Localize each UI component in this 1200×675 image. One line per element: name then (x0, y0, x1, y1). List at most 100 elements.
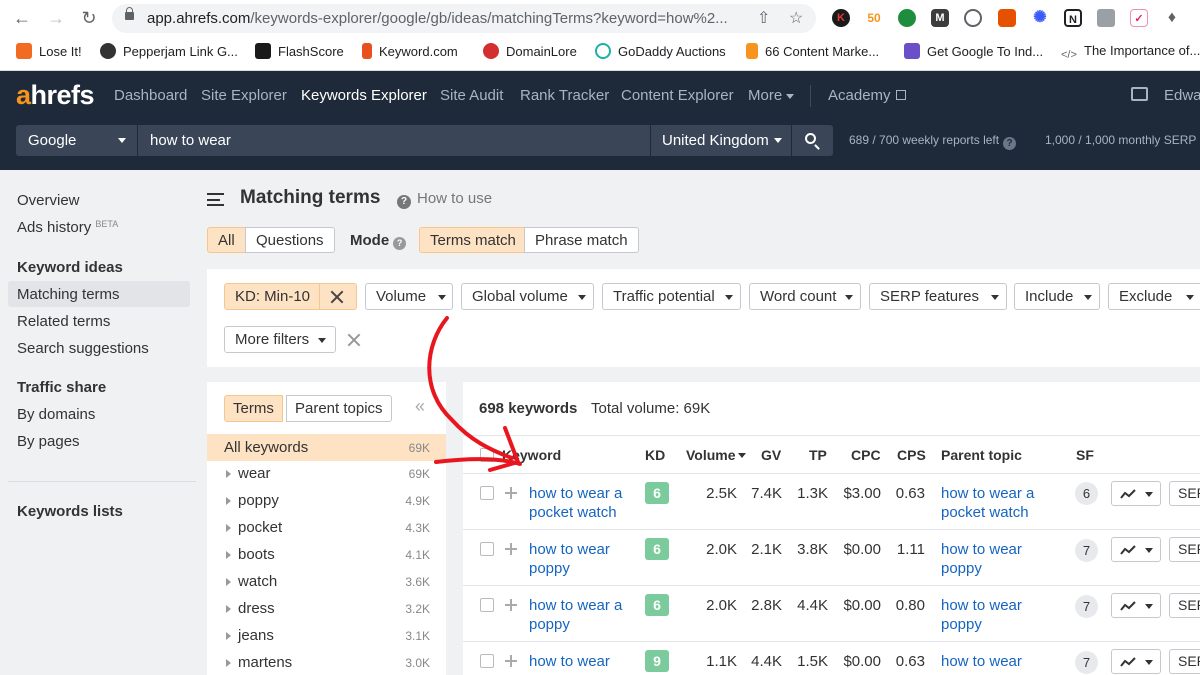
extension-camera-icon[interactable] (1097, 9, 1115, 27)
user-name[interactable]: Edwa (1164, 87, 1200, 104)
bookmark-flashscore[interactable]: FlashScore (255, 43, 344, 61)
expand-arrow-icon[interactable] (226, 605, 231, 613)
kd-filter-chip[interactable]: KD: Min-10 (224, 283, 357, 310)
expand-arrow-icon[interactable] (226, 632, 231, 640)
nav-content-explorer[interactable]: Content Explorer (621, 87, 734, 104)
col-gv[interactable]: GV (761, 447, 781, 463)
mode-terms-match[interactable]: Terms match (419, 227, 527, 253)
parent-topic-link[interactable]: how to wear a pocket watch (941, 484, 1061, 522)
bookmark-get-google[interactable]: Get Google To Ind... (904, 43, 1043, 61)
term-row[interactable]: boots 4.1K (207, 542, 446, 569)
nav-dashboard[interactable]: Dashboard (114, 87, 187, 104)
parent-topic-link[interactable]: how to wear poppy (941, 596, 1031, 634)
sidebar-item-by-domains[interactable]: By domains (17, 406, 95, 423)
extension-k-icon[interactable]: K (832, 9, 850, 27)
extension-m-icon[interactable]: M (931, 9, 949, 27)
keyword-link[interactable]: how to wear (529, 652, 639, 671)
term-row[interactable]: martens 3.0K (207, 650, 446, 675)
bookmark-godaddy[interactable]: GoDaddy Auctions (595, 43, 726, 61)
term-row[interactable]: jeans 3.1K (207, 623, 446, 650)
col-volume[interactable]: Volume (686, 447, 746, 463)
sf-badge[interactable]: 6 (1075, 482, 1098, 505)
country-select[interactable]: United Kingdom (651, 125, 791, 156)
tab-terms[interactable]: Terms (224, 395, 283, 422)
sidebar-item-related-terms[interactable]: Related terms (17, 313, 110, 330)
trend-button[interactable] (1111, 649, 1161, 674)
share-icon[interactable]: ⇧ (757, 8, 770, 28)
back-icon[interactable]: ← (12, 8, 32, 28)
expand-arrow-icon[interactable] (226, 659, 231, 667)
nav-academy[interactable]: Academy (828, 87, 906, 104)
row-checkbox[interactable] (480, 486, 494, 500)
bookmark-lose-it[interactable]: Lose It! (16, 43, 82, 61)
tab-questions[interactable]: Questions (245, 227, 335, 253)
trend-button[interactable] (1111, 481, 1161, 506)
col-parent-topic[interactable]: Parent topic (941, 447, 1022, 463)
mode-phrase-match[interactable]: Phrase match (524, 227, 639, 253)
tab-all[interactable]: All (207, 227, 246, 253)
traffic-potential-filter[interactable]: Traffic potential (602, 283, 741, 310)
bookmark-star-icon[interactable]: ☆ (789, 8, 803, 28)
url-text[interactable]: app.ahrefs.com/keywords-explorer/google/… (147, 10, 747, 27)
forward-icon[interactable]: → (46, 8, 66, 28)
keyword-input[interactable] (138, 125, 650, 156)
collapse-panel-icon[interactable]: « (415, 396, 425, 417)
monitor-icon[interactable] (1131, 87, 1148, 101)
col-kd[interactable]: KD (645, 447, 665, 463)
nav-site-explorer[interactable]: Site Explorer (201, 87, 287, 104)
term-row[interactable]: dress 3.2K (207, 596, 446, 623)
bookmark-importance[interactable]: </> The Importance of... (1061, 43, 1200, 61)
col-cpc[interactable]: CPC (851, 447, 881, 463)
word-count-filter[interactable]: Word count (749, 283, 861, 310)
sidebar-item-ads-history[interactable]: Ads history BETA (17, 219, 118, 236)
exclude-filter[interactable]: Exclude (1108, 283, 1200, 310)
expand-arrow-icon[interactable] (226, 470, 231, 478)
bookmark-pepperjam[interactable]: Pepperjam Link G... (100, 43, 238, 61)
close-icon[interactable] (330, 290, 344, 304)
parent-topic-link[interactable]: how to wear (941, 652, 1051, 671)
extension-star-icon[interactable]: ✺ (1031, 9, 1049, 27)
clear-filters-icon[interactable] (347, 333, 361, 347)
serp-button[interactable]: SERP (1169, 481, 1200, 506)
address-bar[interactable]: app.ahrefs.com/keywords-explorer/google/… (112, 4, 816, 33)
nav-rank-tracker[interactable]: Rank Tracker (520, 87, 609, 104)
more-filters-button[interactable]: More filters (224, 326, 336, 353)
sf-badge[interactable]: 7 (1075, 595, 1098, 618)
col-keyword[interactable]: Keyword (502, 447, 561, 463)
sf-badge[interactable]: 7 (1075, 539, 1098, 562)
col-cps[interactable]: CPS (897, 447, 926, 463)
serp-features-filter[interactable]: SERP features (869, 283, 1007, 310)
serp-button[interactable]: SERP (1169, 537, 1200, 562)
nav-keywords-explorer[interactable]: Keywords Explorer (301, 87, 427, 104)
term-row[interactable]: pocket 4.3K (207, 515, 446, 542)
global-volume-filter[interactable]: Global volume (461, 283, 594, 310)
term-row[interactable]: watch 3.6K (207, 569, 446, 596)
nav-more[interactable]: More (748, 87, 782, 104)
sidebar-item-by-pages[interactable]: By pages (17, 433, 80, 450)
sidebar-item-overview[interactable]: Overview (17, 192, 80, 209)
add-to-list-icon[interactable] (505, 599, 517, 611)
sidebar-item-matching-terms[interactable]: Matching terms (17, 286, 120, 303)
hamburger-menu-icon[interactable] (207, 193, 224, 206)
add-to-list-icon[interactable] (505, 655, 517, 667)
sidebar-item-search-suggestions[interactable]: Search suggestions (17, 340, 149, 357)
volume-filter[interactable]: Volume (365, 283, 453, 310)
extensions-puzzle-icon[interactable]: ♦ (1163, 9, 1181, 27)
parent-topic-link[interactable]: how to wear poppy (941, 540, 1031, 578)
serp-button[interactable]: SERP (1169, 593, 1200, 618)
ahrefs-logo[interactable]: ahrefs (16, 80, 95, 111)
help-icon[interactable]: ? (1003, 137, 1017, 150)
bookmark-keyword-com[interactable]: Keyword.com (362, 43, 458, 61)
help-icon[interactable]: ? (393, 237, 407, 250)
tab-parent-topics[interactable]: Parent topics (286, 395, 392, 422)
expand-arrow-icon[interactable] (226, 497, 231, 505)
extension-pink-icon[interactable]: ✓ (1130, 9, 1148, 27)
term-row[interactable]: wear 69K (207, 461, 446, 488)
select-all-checkbox[interactable] (480, 448, 494, 462)
keyword-link[interactable]: how to wear poppy (529, 540, 619, 578)
bookmark-content-marketing[interactable]: 66 Content Marke... (746, 43, 879, 61)
search-engine-select[interactable]: Google (16, 125, 137, 156)
sf-badge[interactable]: 7 (1075, 651, 1098, 674)
trend-button[interactable] (1111, 593, 1161, 618)
search-button[interactable] (792, 125, 833, 156)
